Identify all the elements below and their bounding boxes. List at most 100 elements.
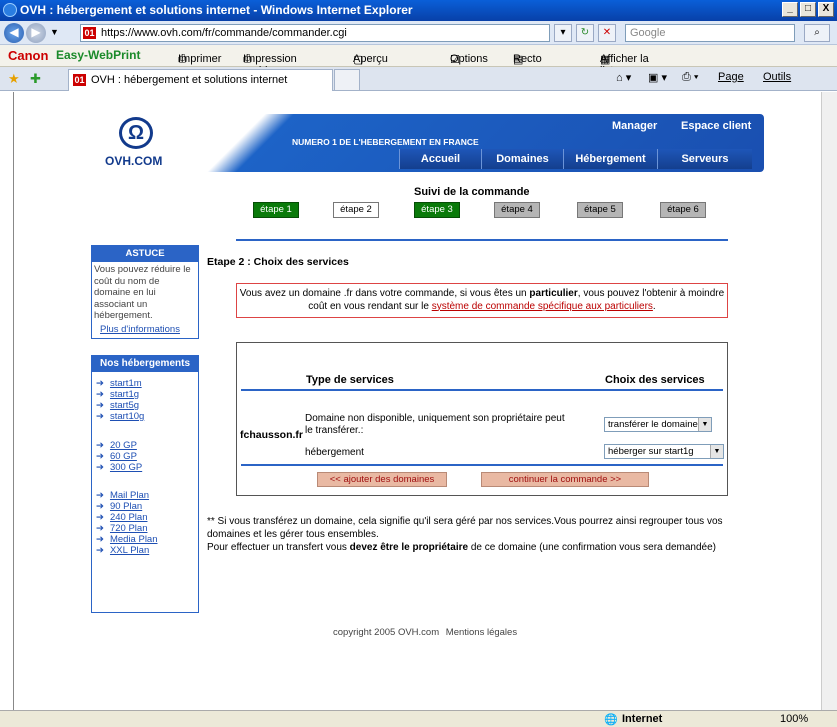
slogan: NUMERO 1 DE L'HEBERGEMENT EN FRANCE <box>292 137 479 147</box>
back-button[interactable]: ◀ <box>4 23 24 43</box>
ovh-logo-icon[interactable]: Ω <box>119 117 153 149</box>
easy-webprint-menu[interactable]: Easy-WebPrint <box>56 48 140 62</box>
hosting-title: Nos hébergements <box>92 356 198 372</box>
arrow-icon: ➔ <box>96 501 104 512</box>
col-header-type: Type de services <box>306 374 394 386</box>
canon-brand: Canon <box>8 48 49 63</box>
step-5: étape 5 <box>577 202 623 218</box>
hosting-link-media-plan[interactable]: ➔ Media Plan <box>96 534 158 545</box>
hosting-link-mail-plan[interactable]: ➔ Mail Plan <box>96 490 149 501</box>
minimize-button[interactable]: _ <box>782 2 798 17</box>
hosting-box: Nos hébergements ➔ start1m ➔ start1g ➔ star… <box>91 355 199 613</box>
ovh-favicon-icon: 01 <box>83 27 96 39</box>
add-domains-button[interactable]: << ajouter des domaines <box>317 472 447 487</box>
hosting-link-start10g[interactable]: ➔ start10g <box>96 411 144 422</box>
address-toolbar: ◀ ▶ ▼ 01 https://www.ovh.com/fr/commande… <box>0 21 837 45</box>
footer: copyright 2005 OVH.com Mentions légales <box>333 627 517 638</box>
continue-order-button[interactable]: continuer la commande >> <box>481 472 649 487</box>
status-bar: 🌐 Internet 100% <box>0 710 837 727</box>
ovh-favicon-icon: 01 <box>73 74 86 86</box>
tip-box: ASTUCE Vous pouvez réduire le coût du no… <box>91 245 199 339</box>
favorites-star-icon[interactable]: ★ <box>8 71 20 87</box>
divider <box>241 464 723 466</box>
divider <box>241 389 723 391</box>
print-icon[interactable]: ⎙ ▾ <box>682 71 698 84</box>
refresh-icon[interactable]: ↻ <box>576 24 594 42</box>
hosting-link-start1m[interactable]: ➔ start1m <box>96 378 142 389</box>
hosting-link-720-plan[interactable]: ➔ 720 Plan <box>96 523 147 534</box>
address-url: https://www.ovh.com/fr/commande/commande… <box>101 27 347 39</box>
particuliers-link[interactable]: système de commande spécifique aux parti… <box>432 301 653 312</box>
close-button[interactable]: X <box>818 2 834 17</box>
page-menu[interactable]: Page <box>718 71 744 83</box>
zoom-level[interactable]: 100% <box>780 713 808 725</box>
hosting-link-240-plan[interactable]: ➔ 240 Plan <box>96 512 147 523</box>
arrow-icon: ➔ <box>96 411 104 422</box>
chevron-down-icon: ▼ <box>698 418 711 431</box>
espace-client-link[interactable]: Espace client <box>681 120 751 132</box>
arrow-icon: ➔ <box>96 440 104 451</box>
nav-accueil[interactable]: Accueil <box>399 149 481 169</box>
hosting-link-90-plan[interactable]: ➔ 90 Plan <box>96 501 142 512</box>
ie-logo-icon <box>3 3 17 17</box>
feeds-icon[interactable]: ▣ ▾ <box>648 71 667 84</box>
transfer-select[interactable]: transférer le domaine ▼ <box>604 417 712 432</box>
hosting-link-60gp[interactable]: ➔ 60 GP <box>96 451 137 462</box>
tab-title: OVH : hébergement et solutions internet <box>91 74 288 86</box>
search-icon[interactable]: ⌕ <box>804 24 830 42</box>
tip-title: ASTUCE <box>92 246 198 262</box>
manager-link[interactable]: Manager <box>612 120 657 132</box>
divider <box>236 239 728 241</box>
hosting-link-xxl-plan[interactable]: ➔ XXL Plan <box>96 545 149 556</box>
hosting-link-start5g[interactable]: ➔ start5g <box>96 400 139 411</box>
domain-name: fchausson.fr <box>240 429 304 441</box>
services-panel: Type de services Choix des services fcha… <box>236 342 728 496</box>
step-4: étape 4 <box>494 202 540 218</box>
notice-bold: particulier <box>529 288 578 299</box>
step-3: étape 3 <box>414 202 460 218</box>
nav-serveurs[interactable]: Serveurs <box>657 149 752 169</box>
arrow-icon: ➔ <box>96 490 104 501</box>
hosting-link-start1g[interactable]: ➔ start1g <box>96 389 139 400</box>
legal-link[interactable]: Mentions légales <box>446 627 517 638</box>
arrow-icon: ➔ <box>96 534 104 545</box>
site-header: Ω OVH.COM NUMERO 1 DE L'HEBERGEMENT EN F… <box>89 114 764 172</box>
tab-bar: ★ ✚ 01 OVH : hébergement et solutions in… <box>0 67 837 91</box>
stop-icon[interactable]: ✕ <box>598 24 616 42</box>
maximize-button[interactable]: □ <box>800 2 816 17</box>
note-line-2: Pour effectuer un transfert vous devez ê… <box>207 542 716 553</box>
notice-box: Vous avez un domaine .fr dans votre comm… <box>236 283 728 318</box>
more-info-link[interactable]: Plus d'informations <box>92 324 198 335</box>
arrow-icon: ➔ <box>96 512 104 523</box>
service-label-transfer: Domaine non disponible, uniquement son p… <box>305 413 565 436</box>
brand-name[interactable]: OVH.COM <box>105 154 162 168</box>
transfer-note: ** Si vous transférez un domaine, cela s… <box>207 515 737 554</box>
forward-button[interactable]: ▶ <box>26 23 46 43</box>
nav-domaines[interactable]: Domaines <box>481 149 563 169</box>
arrow-icon: ➔ <box>96 523 104 534</box>
search-input[interactable]: Google <box>625 24 795 42</box>
add-favorite-icon[interactable]: ✚ <box>30 71 41 87</box>
arrow-icon: ➔ <box>96 378 104 389</box>
globe-icon: 🌐 <box>604 714 618 726</box>
copyright: copyright 2005 OVH.com <box>333 627 440 638</box>
arrow-icon: ➔ <box>96 400 104 411</box>
window-title: OVH : hébergement et solutions internet … <box>20 3 413 17</box>
vertical-scrollbar[interactable] <box>821 92 837 710</box>
page-title: Etape 2 : Choix des services <box>207 256 349 268</box>
address-input[interactable]: 01 https://www.ovh.com/fr/commande/comma… <box>80 24 550 42</box>
hosting-link-20gp[interactable]: ➔ 20 GP <box>96 440 137 451</box>
hosting-link-300gp[interactable]: ➔ 300 GP <box>96 462 142 473</box>
tab-ovh[interactable]: 01 OVH : hébergement et solutions intern… <box>68 69 333 91</box>
address-dropdown-icon[interactable]: ▾ <box>554 24 572 42</box>
new-tab-button[interactable] <box>334 69 360 91</box>
nav-hebergement[interactable]: Hébergement <box>563 149 657 169</box>
home-icon[interactable]: ⌂ ▾ <box>616 71 631 84</box>
hosting-select[interactable]: héberger sur start1g ▼ <box>604 444 724 459</box>
chevron-down-icon: ▼ <box>710 445 723 458</box>
tools-menu[interactable]: Outils <box>763 71 791 83</box>
arrow-icon: ➔ <box>96 389 104 400</box>
history-dropdown-icon[interactable]: ▼ <box>50 27 59 37</box>
tip-text: Vous pouvez réduire le coût du nom de do… <box>94 264 191 321</box>
arrow-icon: ➔ <box>96 462 104 473</box>
